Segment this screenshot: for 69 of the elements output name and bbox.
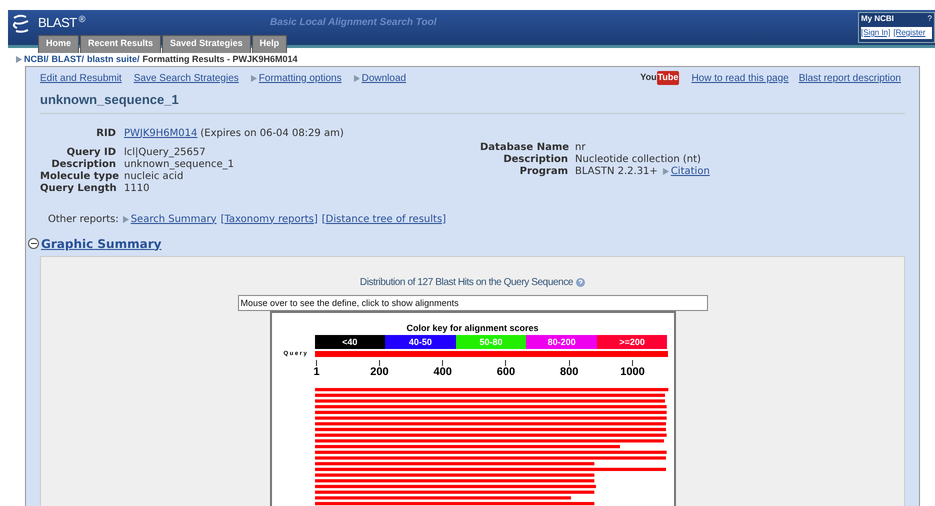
tick-label: 400 xyxy=(434,366,452,378)
toolbar-link[interactable]: Save Search Strategies xyxy=(134,70,239,86)
help-link[interactable]: How to read this page xyxy=(691,70,789,86)
field-label: Query ID xyxy=(66,146,116,158)
tagline: Basic Local Alignment Search Tool xyxy=(270,16,437,30)
field-value: lcl|Query_25657 xyxy=(124,146,206,158)
citation-link[interactable]: Citation xyxy=(670,166,710,178)
distribution-heading: Distribution of 127 Blast Hits on the Query Sequence xyxy=(360,276,574,290)
my-ncbi-title: My NCBI xyxy=(861,13,894,25)
field-value: BLASTN 2.2.31+ xyxy=(575,166,658,178)
field-value: nucleic acid xyxy=(124,170,184,182)
triangle-icon xyxy=(662,168,669,175)
score-key: 40-50 xyxy=(385,334,456,348)
tick-mark xyxy=(316,360,317,366)
field-label: Program xyxy=(518,166,568,178)
register-link[interactable]: [Register xyxy=(893,27,926,39)
other-reports-label: Other reports: xyxy=(48,212,119,226)
tick-label: 800 xyxy=(560,366,578,378)
tick-label: 1 xyxy=(313,366,320,378)
field-label: Molecule type xyxy=(40,170,116,182)
field-label: Description xyxy=(50,158,116,170)
sign-in-link[interactable]: [Sign In] xyxy=(861,27,890,39)
score-key: 80-200 xyxy=(526,334,597,348)
field-value: nr xyxy=(575,142,586,154)
rid-expiry: (Expires on 06-04 08:29 am) xyxy=(200,126,344,140)
tick-mark xyxy=(568,360,570,366)
field-value: unknown_sequence_1 xyxy=(124,158,234,170)
tick-mark xyxy=(632,360,633,366)
breadcrumb-link[interactable]: blastn suite/ xyxy=(87,53,140,66)
page-title: unknown_sequence_1 xyxy=(40,90,905,114)
field-label: Database Name xyxy=(480,142,568,154)
field-label: Query Length xyxy=(40,182,116,194)
breadcrumb-link[interactable]: BLAST/ xyxy=(52,53,84,66)
tick-label: 200 xyxy=(370,366,389,378)
tick-mark xyxy=(505,360,506,366)
tick-label: 1000 xyxy=(620,366,645,378)
section-title-link[interactable]: Graphic Summary xyxy=(41,234,162,252)
nav-tab[interactable]: Help xyxy=(252,34,288,52)
toolbar-link[interactable]: Edit and Resubmit xyxy=(40,70,122,86)
toolbar-link[interactable]: Download xyxy=(362,70,406,86)
help-link[interactable]: Blast report description xyxy=(798,70,901,86)
field-label: Description xyxy=(502,154,568,166)
collapse-icon[interactable] xyxy=(28,238,39,249)
nav-tab[interactable]: Home xyxy=(38,34,80,52)
tick-label: 600 xyxy=(496,366,516,378)
field-value: 1110 xyxy=(124,182,150,194)
report-link[interactable]: [Taxonomy reports] xyxy=(220,212,318,226)
nav-tab[interactable]: Recent Results xyxy=(80,34,162,52)
help-icon[interactable] xyxy=(576,278,586,286)
triangle-icon xyxy=(16,56,22,64)
score-key: <40 xyxy=(314,334,386,348)
toolbar-link[interactable]: Formatting options xyxy=(258,70,342,86)
app-logo: BLAST xyxy=(38,14,77,32)
field-label: RID xyxy=(95,126,116,140)
breadcrumb-link[interactable]: NCBI/ xyxy=(24,53,48,66)
breadcrumb-current: Formatting Results - PWJK9H6M014 xyxy=(142,53,298,66)
score-key: 50-80 xyxy=(456,334,526,348)
tick-mark xyxy=(378,360,380,366)
nav-tab[interactable]: Saved Strategies xyxy=(162,34,251,52)
report-link[interactable]: [Distance tree of results] xyxy=(322,212,446,226)
tick-mark xyxy=(442,360,444,366)
score-key: >=200 xyxy=(596,334,668,348)
my-ncbi-mark-text: ? xyxy=(928,13,932,25)
rid-link[interactable]: PWJK9H6M014 xyxy=(124,126,198,140)
report-link[interactable]: Search Summary xyxy=(130,212,217,226)
key-title: Color key for alignment scores xyxy=(405,322,540,335)
hit-info-field[interactable]: Mouse over to see the define, click to show alignments xyxy=(238,294,708,310)
registered-mark: ® xyxy=(78,13,86,26)
field-value: Nucleotide collection (nt) xyxy=(575,154,701,166)
